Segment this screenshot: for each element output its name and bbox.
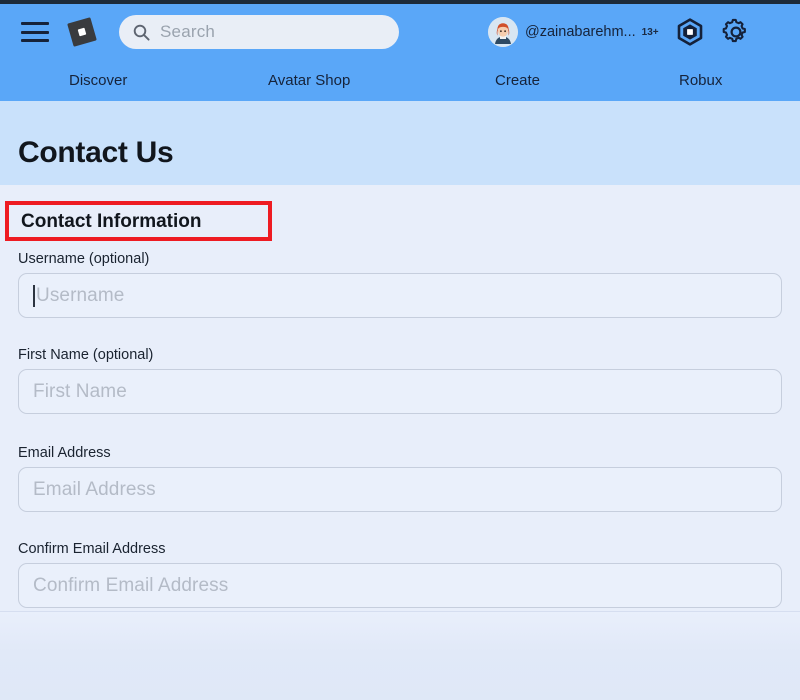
nav-item-robux[interactable]: Robux	[679, 72, 722, 89]
email-address-input[interactable]: Email Address	[18, 467, 782, 512]
search-input[interactable]: Search	[119, 15, 399, 49]
robux-icon[interactable]	[676, 18, 704, 46]
footer-band	[0, 612, 800, 700]
field-first-name: First Name (optional) First Name	[18, 347, 782, 414]
field-username: Username (optional) Username	[18, 251, 782, 318]
app-root: Search @zainabarehm... 13+ Discover Avat…	[0, 0, 800, 700]
site-header: Search @zainabarehm... 13+ Discover Avat…	[0, 4, 800, 101]
hamburger-menu-icon[interactable]	[21, 22, 49, 42]
gear-icon[interactable]	[722, 18, 750, 46]
user-avatar-icon[interactable]	[488, 17, 518, 47]
nav-item-create[interactable]: Create	[495, 72, 540, 89]
search-icon	[133, 24, 150, 41]
nav-item-discover[interactable]: Discover	[69, 72, 127, 89]
roblox-logo-icon[interactable]	[65, 15, 99, 49]
field-label-first-name: First Name (optional)	[18, 347, 154, 363]
nav-item-avatar-shop[interactable]: Avatar Shop	[268, 72, 350, 89]
text-caret	[33, 284, 35, 307]
header-top-row: Search @zainabarehm... 13+	[0, 4, 800, 60]
first-name-input[interactable]: First Name	[18, 369, 782, 414]
section-heading-contact-information: Contact Information	[21, 211, 202, 232]
field-label-username: Username (optional)	[18, 251, 150, 267]
page-title: Contact Us	[18, 136, 174, 169]
field-label-confirm-email-address: Confirm Email Address	[18, 541, 166, 557]
field-label-email-address: Email Address	[18, 445, 111, 461]
username-placeholder: Username	[36, 284, 125, 306]
search-placeholder: Search	[160, 22, 216, 41]
age-rating-badge: 13+	[641, 26, 659, 38]
field-confirm-email-address: Confirm Email Address Confirm Email Addr…	[18, 541, 782, 608]
email-address-placeholder: Email Address	[33, 478, 156, 500]
account-area: @zainabarehm... 13+	[488, 17, 750, 47]
first-name-placeholder: First Name	[33, 380, 127, 402]
username-label[interactable]: @zainabarehm...	[525, 24, 636, 40]
confirm-email-address-input[interactable]: Confirm Email Address	[18, 563, 782, 608]
confirm-email-address-placeholder: Confirm Email Address	[33, 574, 229, 596]
field-email-address: Email Address Email Address	[18, 445, 782, 512]
username-input[interactable]: Username	[18, 273, 782, 318]
primary-nav: Discover Avatar Shop Create Robux	[0, 60, 800, 101]
